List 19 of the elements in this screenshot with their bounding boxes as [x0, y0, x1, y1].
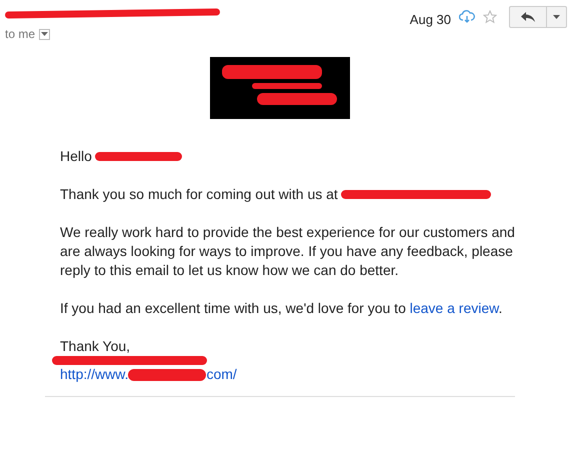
reply-icon — [521, 12, 535, 22]
closing-text: Thank You, — [60, 337, 132, 356]
body-paragraph: We really work hard to provide the best experience for our customers and are always looking for ways to improve. If you have any feedback, please reply to this email to let us know how we can do better. — [60, 223, 516, 280]
body-text: If you had an excellent time with us, we'd love for you to leave a review. — [60, 299, 502, 318]
more-menu-button[interactable] — [547, 6, 567, 28]
caret-icon — [553, 15, 560, 19]
redaction-mark — [252, 83, 322, 89]
date-label: Aug 30 — [410, 11, 451, 29]
website-link[interactable]: http://www. — [60, 365, 128, 384]
star-icon[interactable] — [483, 10, 497, 24]
reply-button[interactable] — [509, 6, 547, 28]
details-dropdown[interactable] — [39, 28, 50, 40]
cloud-icon — [459, 10, 475, 23]
recipient-label: to me — [5, 26, 36, 43]
review-link[interactable]: leave a review — [410, 300, 498, 316]
website-link[interactable]: com/ — [206, 365, 237, 384]
caret-icon — [41, 32, 48, 36]
greeting-text: Hello — [60, 147, 92, 166]
body-text: Thank you so much for coming out with us at — [60, 185, 338, 204]
